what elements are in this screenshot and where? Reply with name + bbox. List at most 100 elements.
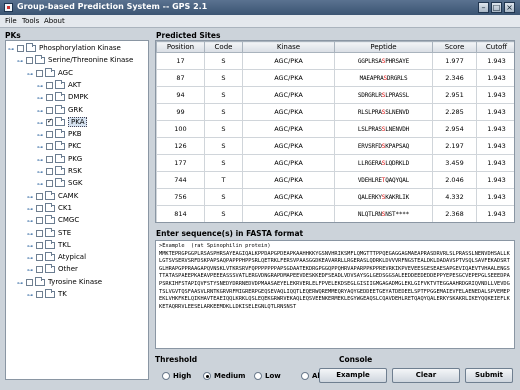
tree-item[interactable]: ⊶ DMPK bbox=[37, 92, 146, 103]
tree-checkbox[interactable] bbox=[46, 117, 53, 126]
table-row[interactable]: 17 S AGC/PKA GGPLRSASPHRSAYE 1.977 1.943 bbox=[156, 52, 514, 70]
table-row[interactable]: 177 S AGC/PKA LLRGERASLQDRKLD 3.459 1.943 bbox=[156, 154, 514, 172]
radio-dot-icon[interactable] bbox=[203, 372, 211, 380]
tree-checkbox[interactable] bbox=[46, 131, 53, 139]
menu-about[interactable]: About bbox=[44, 17, 65, 25]
tree-checkbox[interactable] bbox=[46, 106, 53, 114]
tree-handle-icon[interactable]: ⊶ bbox=[27, 267, 33, 274]
tree-item[interactable]: ⊶ TKL bbox=[27, 239, 146, 251]
tree-handle-icon[interactable]: ⊶ bbox=[27, 194, 33, 201]
tree-item[interactable]: ⊶ RSK bbox=[37, 166, 146, 177]
peptide-prefix: RLSLPRA bbox=[357, 108, 382, 116]
tree-checkbox[interactable] bbox=[46, 94, 53, 102]
tree-item[interactable]: ⊶ GRK bbox=[37, 104, 146, 116]
example-button[interactable]: Example bbox=[319, 368, 387, 383]
tree-handle-icon[interactable]: ⊶ bbox=[37, 169, 43, 176]
tree-handle-icon[interactable]: ⊶ bbox=[27, 255, 33, 262]
tree-item[interactable]: ⊶ PKC bbox=[37, 141, 146, 152]
tree-item[interactable]: ⊶ Phosphorylation Kinase bbox=[8, 43, 146, 54]
tree-checkbox[interactable] bbox=[36, 217, 43, 225]
menu-file[interactable]: File bbox=[5, 17, 17, 25]
cell-peptide: GGPLRSASPHRSAYE bbox=[334, 52, 433, 70]
radio-dot-icon[interactable] bbox=[301, 372, 309, 380]
tree-item[interactable]: ⊶ Serine/Threonine Kinase bbox=[17, 55, 146, 66]
tree-item[interactable]: ⊶ Tyrosine Kinase bbox=[17, 276, 146, 288]
predicted-sites-table[interactable]: Position Code Kinase Peptide Score Cutof… bbox=[155, 40, 515, 223]
col-score-header[interactable]: Score bbox=[432, 41, 477, 53]
tree-handle-icon[interactable]: ⊶ bbox=[27, 206, 33, 213]
tree-handle-icon[interactable]: ⊶ bbox=[37, 132, 43, 139]
sequence-input[interactable]: >Example (rat Spinophilin protein) MMKTE… bbox=[155, 240, 515, 349]
tree-checkbox[interactable] bbox=[46, 81, 53, 89]
col-cutoff-header[interactable]: Cutoff bbox=[476, 41, 514, 53]
tree-checkbox[interactable] bbox=[36, 229, 43, 237]
tree-checkbox[interactable] bbox=[36, 204, 43, 212]
menu-tools[interactable]: Tools bbox=[22, 17, 39, 25]
tree-item[interactable]: ⊶ AKT bbox=[37, 79, 146, 91]
col-code-header[interactable]: Code bbox=[204, 41, 243, 53]
table-row[interactable]: 94 S AGC/PKA SDRGRLRSLPRASSL 2.951 1.943 bbox=[156, 86, 514, 104]
tree-handle-icon[interactable]: ⊶ bbox=[27, 218, 33, 225]
table-row[interactable]: 87 S AGC/PKA MAEAPRASDRGRLS 2.346 1.943 bbox=[156, 69, 514, 87]
tree-handle-icon[interactable]: ⊶ bbox=[37, 144, 43, 151]
maximize-icon[interactable]: □ bbox=[491, 2, 502, 13]
tree-handle-icon[interactable]: ⊶ bbox=[37, 83, 43, 90]
tree-item[interactable]: ⊶ PKG bbox=[37, 153, 146, 165]
tree-item[interactable]: ⊶ SGK bbox=[37, 178, 146, 189]
tree-checkbox[interactable] bbox=[36, 69, 43, 77]
minimize-icon[interactable]: – bbox=[478, 2, 489, 13]
col-peptide-header[interactable]: Peptide bbox=[334, 41, 433, 53]
tree-handle-icon[interactable]: ⊶ bbox=[27, 243, 33, 250]
tree-item[interactable]: ⊶ CK1 bbox=[27, 202, 146, 214]
tree-handle-icon[interactable]: ⊶ bbox=[37, 108, 43, 115]
tree-checkbox[interactable] bbox=[36, 254, 43, 262]
tree-checkbox[interactable] bbox=[36, 192, 43, 200]
clear-button[interactable]: Clear bbox=[392, 368, 460, 383]
tree-handle-icon[interactable]: ⊶ bbox=[37, 157, 43, 164]
submit-button[interactable]: Submit bbox=[465, 368, 513, 383]
tree-handle-icon[interactable]: ⊶ bbox=[27, 292, 33, 299]
tree-item[interactable]: ⊶ CMGC bbox=[27, 215, 146, 226]
tree-handle-icon[interactable]: ⊶ bbox=[27, 71, 33, 78]
radio-dot-icon[interactable] bbox=[254, 372, 262, 380]
tree-handle-icon[interactable]: ⊶ bbox=[27, 231, 33, 238]
col-kinase-header[interactable]: Kinase bbox=[242, 41, 335, 53]
radio-dot-icon[interactable] bbox=[162, 372, 170, 380]
tree-handle-icon[interactable]: ⊶ bbox=[8, 46, 14, 53]
col-position-header[interactable]: Position bbox=[156, 41, 205, 53]
tree-checkbox[interactable] bbox=[36, 291, 43, 298]
close-icon[interactable]: × bbox=[504, 2, 515, 13]
table-row[interactable]: 756 S AGC/PKA QALERKYSKAKRLIK 4.332 1.943 bbox=[156, 188, 514, 206]
tree-item[interactable]: ⊶ PKA bbox=[37, 116, 146, 128]
kinase-tree[interactable]: ⊶ Phosphorylation Kinase ⊶ Serine/Threonine… bbox=[5, 40, 149, 380]
cell-kinase: AGC/PKA bbox=[242, 171, 335, 189]
tree-item[interactable]: ⊶ PKB bbox=[37, 129, 146, 140]
tree-checkbox[interactable] bbox=[46, 143, 53, 151]
table-row[interactable]: 100 S AGC/PKA LSLPRASSLNENVDH 2.954 1.943 bbox=[156, 120, 514, 138]
table-row[interactable]: 99 S AGC/PKA RLSLPRASSLNENVD 2.285 1.943 bbox=[156, 103, 514, 121]
tree-checkbox[interactable] bbox=[26, 278, 33, 286]
tree-item[interactable]: ⊶ Atypical bbox=[27, 252, 146, 263]
table-row[interactable]: 814 S AGC/PKA NLQTLRNSNST**** 2.368 1.943 bbox=[156, 205, 514, 222]
tree-item-label: Atypical bbox=[58, 253, 87, 262]
tree-item[interactable]: ⊶ TK bbox=[27, 289, 146, 300]
tree-item[interactable]: ⊶ STE bbox=[27, 227, 146, 239]
tree-checkbox[interactable] bbox=[26, 57, 33, 65]
table-row[interactable]: 126 S AGC/PKA ERVSRFDSKPAPSAQ 2.197 1.943 bbox=[156, 137, 514, 155]
tree-handle-icon[interactable]: ⊶ bbox=[37, 120, 43, 127]
tree-checkbox[interactable] bbox=[36, 266, 43, 274]
table-row[interactable]: 744 T AGC/PKA VDEHLRETQAQYQAL 2.046 1.943 bbox=[156, 171, 514, 189]
cell-code: S bbox=[204, 103, 243, 121]
tree-checkbox[interactable] bbox=[17, 45, 24, 52]
tree-item[interactable]: ⊶ CAMK bbox=[27, 190, 146, 202]
tree-checkbox[interactable] bbox=[46, 155, 53, 163]
tree-checkbox[interactable] bbox=[46, 168, 53, 175]
tree-handle-icon[interactable]: ⊶ bbox=[37, 181, 43, 188]
tree-item[interactable]: ⊶ AGC bbox=[27, 67, 146, 79]
tree-handle-icon[interactable]: ⊶ bbox=[17, 280, 23, 287]
tree-checkbox[interactable] bbox=[36, 241, 43, 249]
tree-checkbox[interactable] bbox=[46, 180, 53, 188]
tree-item[interactable]: ⊶ Other bbox=[27, 264, 146, 275]
tree-handle-icon[interactable]: ⊶ bbox=[37, 95, 43, 102]
tree-handle-icon[interactable]: ⊶ bbox=[17, 58, 23, 65]
